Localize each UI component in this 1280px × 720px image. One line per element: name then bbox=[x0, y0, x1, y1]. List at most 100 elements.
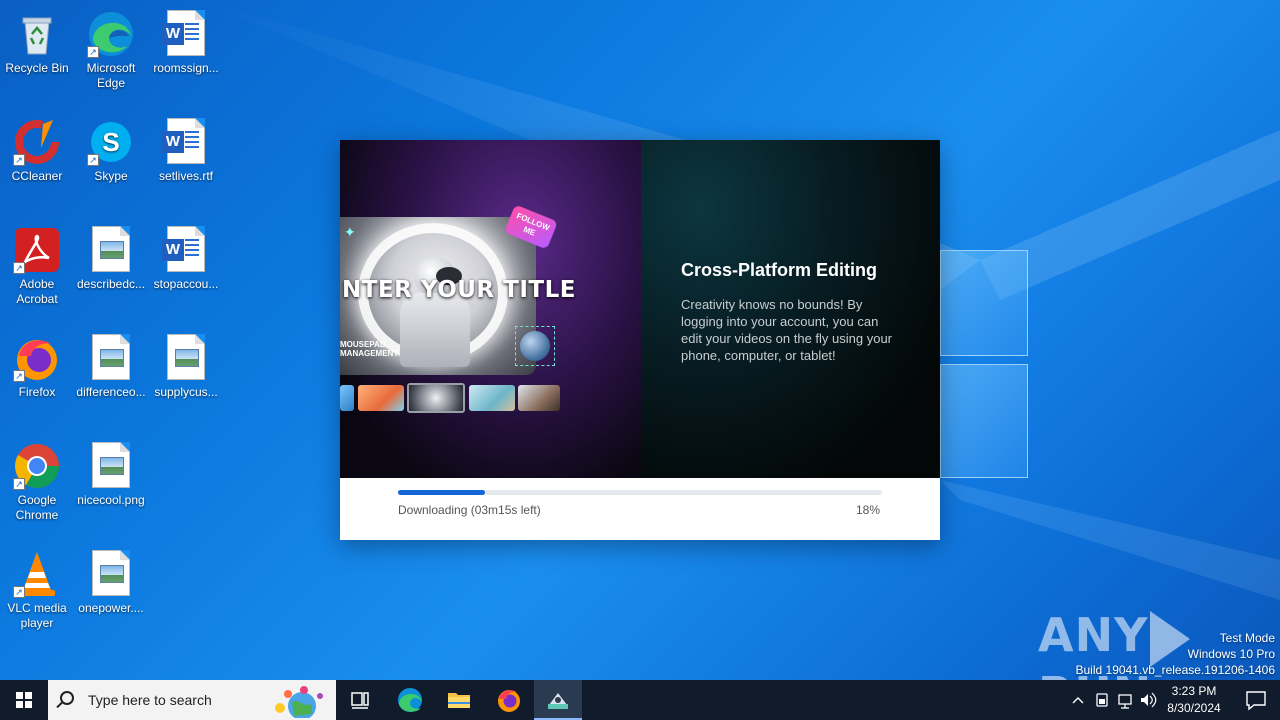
windows-start-icon bbox=[16, 692, 32, 708]
device-icon[interactable] bbox=[1096, 693, 1108, 707]
taskbar-file-explorer-button[interactable] bbox=[435, 680, 483, 720]
desktop-icon-label: nicecool.png bbox=[77, 493, 145, 507]
skype-icon: S ↗ bbox=[87, 118, 135, 166]
task-view-icon bbox=[351, 692, 369, 709]
taskbar-clock[interactable]: 3:23 PM 8/30/2024 bbox=[1160, 683, 1228, 717]
thumbnail bbox=[358, 385, 404, 411]
image-file-icon bbox=[87, 550, 135, 598]
task-view-button[interactable] bbox=[336, 680, 384, 720]
taskbar-installer-button[interactable] bbox=[534, 680, 582, 720]
os-edition-label: Windows 10 Pro bbox=[1187, 647, 1275, 661]
planet-sticker bbox=[515, 326, 555, 366]
installer-app-icon bbox=[548, 693, 568, 709]
taskbar-search-box[interactable]: Type here to search bbox=[48, 680, 336, 720]
notification-icon bbox=[1246, 691, 1266, 711]
desktop-icon-ccleaner[interactable]: ↗ CCleaner bbox=[0, 112, 75, 184]
feature-description: Creativity knows no bounds! By logging i… bbox=[681, 297, 893, 363]
desktop-icon-setlives[interactable]: W setlives.rtf bbox=[148, 112, 224, 184]
desktop-icon-label: differenceo... bbox=[76, 385, 146, 399]
image-file-icon bbox=[162, 334, 210, 382]
download-status: Downloading (03m15s left) bbox=[398, 503, 541, 517]
sparkle-icon: ✦ bbox=[344, 224, 356, 240]
word-document-icon: W bbox=[162, 10, 210, 58]
svg-text:S: S bbox=[102, 127, 119, 157]
desktop-icon-microsoft-edge[interactable]: ↗ Microsoft Edge bbox=[73, 4, 149, 91]
desktop-icon-describedc[interactable]: describedc... bbox=[73, 220, 149, 292]
download-percent: 18% bbox=[855, 503, 880, 517]
taskbar-firefox-button[interactable] bbox=[485, 680, 533, 720]
os-build-label: Build 19041.vb_release.191206-1406 bbox=[1075, 663, 1276, 677]
image-file-icon bbox=[87, 226, 135, 274]
feature-title: Cross-Platform Editing bbox=[681, 260, 878, 280]
test-mode-label: Test Mode bbox=[1219, 631, 1275, 645]
desktop-icon-supplycus[interactable]: supplycus... bbox=[148, 328, 224, 400]
os-build-info: Test Mode Windows 10 Pro Build 19041.vb_… bbox=[1076, 630, 1276, 678]
word-document-icon: W bbox=[162, 118, 210, 166]
desktop-icon-label: onepower.... bbox=[78, 601, 144, 615]
firefox-icon: ↗ bbox=[13, 334, 61, 382]
firefox-icon bbox=[498, 690, 520, 712]
thumbnail-active bbox=[407, 383, 465, 413]
desktop-icon-label: Adobe Acrobat bbox=[16, 277, 58, 306]
desktop-icon-stopaccou[interactable]: W stopaccou... bbox=[148, 220, 224, 292]
taskbar: Type here to search 3:23 PM 8/30/2024 bbox=[0, 680, 1280, 720]
preview-panel: ✦ FOLLOW ME NTER YOUR TITLE MOUSEPAD MAN… bbox=[340, 140, 641, 478]
desktop-icon-differenceo[interactable]: differenceo... bbox=[73, 328, 149, 400]
desktop-icon-vlc[interactable]: ↗ VLC media player bbox=[0, 544, 75, 631]
feature-panel: Cross-Platform Editing Creativity knows … bbox=[641, 140, 940, 478]
edge-icon: ↗ bbox=[87, 10, 135, 58]
desktop-icon-recycle-bin[interactable]: Recycle Bin bbox=[0, 4, 75, 76]
desktop-icon-label: Google Chrome bbox=[15, 493, 59, 522]
progress-track bbox=[398, 490, 882, 495]
desktop-icon-label: VLC media player bbox=[7, 601, 67, 630]
desktop-icon-label: supplycus... bbox=[154, 385, 218, 399]
desktop-icon-skype[interactable]: S ↗ Skype bbox=[73, 112, 149, 184]
search-placeholder: Type here to search bbox=[88, 692, 212, 708]
volume-icon[interactable] bbox=[1141, 692, 1157, 708]
recycle-bin-icon bbox=[13, 10, 61, 58]
desktop-icon-label: roomssign... bbox=[153, 61, 219, 75]
desktop-icon-nicecool[interactable]: nicecool.png bbox=[73, 436, 149, 508]
astronaut-figure bbox=[400, 257, 470, 367]
desktop-icon-label: Firefox bbox=[18, 385, 56, 399]
desktop-icon-roomssign[interactable]: W roomssign... bbox=[148, 4, 224, 76]
image-file-icon bbox=[87, 442, 135, 490]
desktop-icon-google-chrome[interactable]: ↗ Google Chrome bbox=[0, 436, 75, 523]
desktop-icon-label: Microsoft Edge bbox=[86, 61, 136, 90]
acrobat-icon: ↗ bbox=[13, 226, 61, 274]
desktop-icon-label: describedc... bbox=[76, 277, 146, 291]
search-icon bbox=[60, 691, 74, 705]
desktop-icon-label: setlives.rtf bbox=[158, 169, 213, 183]
chrome-icon: ↗ bbox=[13, 442, 61, 490]
ccleaner-icon: ↗ bbox=[13, 118, 61, 166]
taskbar-edge-button[interactable] bbox=[386, 680, 434, 720]
thumbnail-strip bbox=[340, 383, 641, 413]
image-file-icon bbox=[87, 334, 135, 382]
preview-title-overlay: NTER YOUR TITLE bbox=[342, 277, 576, 303]
desktop-icon-label: stopaccou... bbox=[153, 277, 219, 291]
installer-window: ✦ FOLLOW ME NTER YOUR TITLE MOUSEPAD MAN… bbox=[340, 140, 940, 540]
start-button[interactable] bbox=[0, 680, 48, 720]
desktop-icon-label: CCleaner bbox=[11, 169, 63, 183]
file-explorer-icon bbox=[448, 693, 470, 708]
desktop-icon-adobe-acrobat[interactable]: ↗ Adobe Acrobat bbox=[0, 220, 75, 307]
thumbnail bbox=[518, 385, 560, 411]
action-center-button[interactable] bbox=[1232, 680, 1280, 720]
thumbnail bbox=[340, 385, 354, 411]
edge-icon bbox=[398, 688, 422, 712]
clock-time: 3:23 PM bbox=[1171, 684, 1217, 698]
word-document-icon: W bbox=[162, 226, 210, 274]
download-progress-area: Downloading (03m15s left) 18% bbox=[340, 478, 940, 540]
desktop-icon-label: Recycle Bin bbox=[5, 61, 69, 75]
desktop-icon-firefox[interactable]: ↗ Firefox bbox=[0, 328, 75, 400]
system-tray bbox=[1068, 680, 1158, 720]
clock-date: 8/30/2024 bbox=[1167, 701, 1221, 715]
search-highlight-icon bbox=[275, 686, 323, 718]
desktop-icon-onepower[interactable]: onepower.... bbox=[73, 544, 149, 616]
vlc-icon: ↗ bbox=[13, 550, 61, 598]
network-icon[interactable] bbox=[1118, 694, 1132, 709]
desktop-icon-label: Skype bbox=[94, 169, 128, 183]
show-hidden-icons-chevron-icon[interactable] bbox=[1072, 697, 1084, 704]
thumbnail bbox=[469, 385, 515, 411]
windows-logo-wallpaper bbox=[940, 240, 1030, 480]
